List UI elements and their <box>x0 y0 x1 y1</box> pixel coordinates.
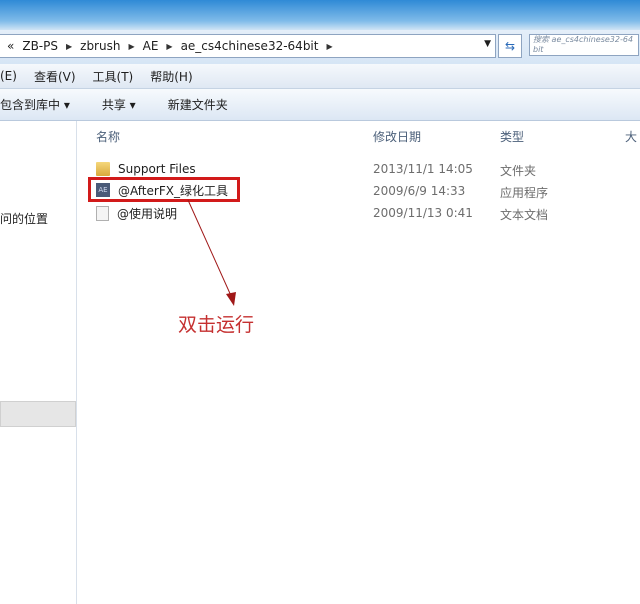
annotation-text: 双击运行 <box>178 314 255 336</box>
annotation-arrow <box>187 199 236 306</box>
